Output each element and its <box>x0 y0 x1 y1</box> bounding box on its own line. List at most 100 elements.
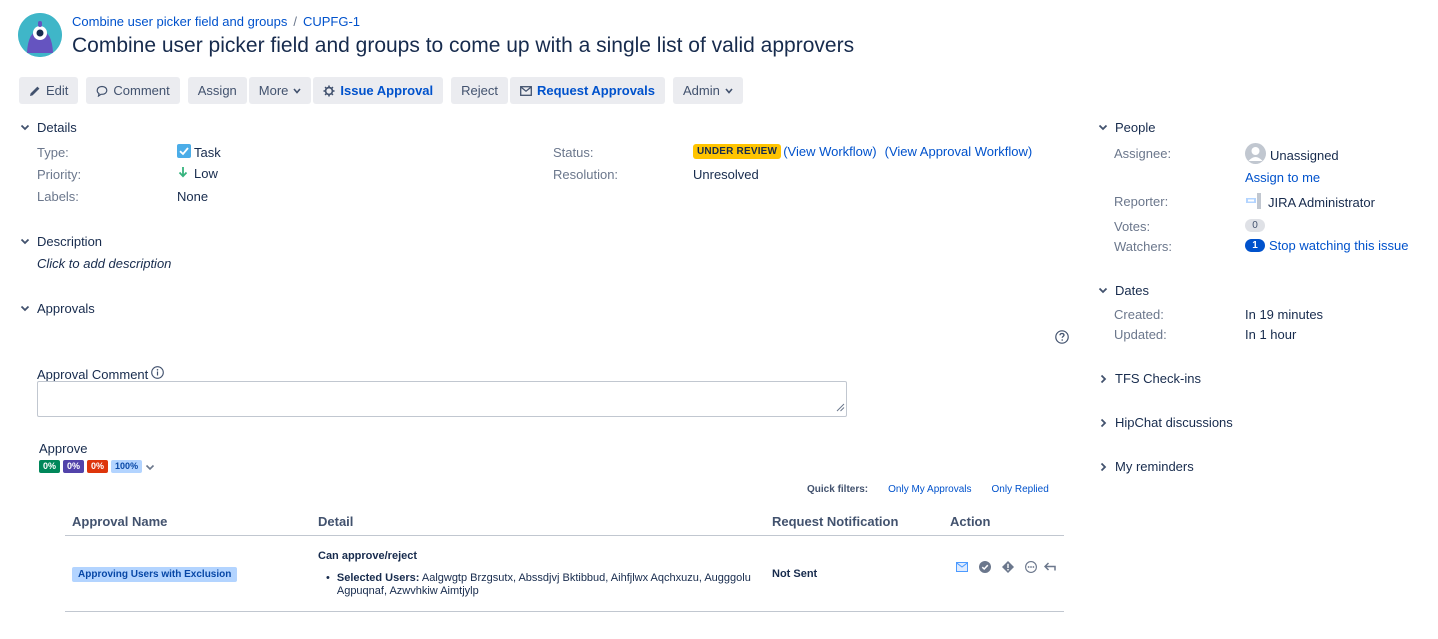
people-section-toggle[interactable]: People <box>1097 120 1155 135</box>
approve-check-icon[interactable] <box>979 561 991 576</box>
approve-label: Approve <box>39 441 88 456</box>
breadcrumb-issue-key-link[interactable]: CUPFG-1 <box>303 14 360 29</box>
column-header-approval-name: Approval Name <box>65 508 311 536</box>
stop-watching-link[interactable]: Stop watching this issue <box>1269 238 1408 253</box>
more-dropdown-button[interactable]: More <box>248 77 312 104</box>
description-placeholder[interactable]: Click to add description <box>37 256 171 271</box>
type-label: Type: <box>37 145 69 160</box>
priority-value: Low <box>178 166 218 181</box>
comment-button[interactable]: Comment <box>86 77 180 104</box>
approvals-heading: Approvals <box>37 301 95 316</box>
reject-button[interactable]: Reject <box>451 77 508 104</box>
envelope-icon[interactable] <box>956 562 968 575</box>
detail-title: Can approve/reject <box>318 549 418 562</box>
dates-section-toggle[interactable]: Dates <box>1097 283 1149 298</box>
view-workflow-link[interactable]: (View Workflow) <box>783 144 876 159</box>
rejected-percent-badge: 0% <box>87 460 109 473</box>
table-row: Approving Users with Exclusion Can appro… <box>65 535 1064 612</box>
reporter-value-text[interactable]: JIRA Administrator <box>1268 195 1375 210</box>
only-replied-filter[interactable]: Only Replied <box>992 484 1049 495</box>
hipchat-heading: HipChat discussions <box>1115 415 1233 430</box>
description-section-toggle[interactable]: Description <box>19 234 102 249</box>
updated-label: Updated: <box>1114 327 1167 342</box>
info-icon[interactable] <box>151 366 165 382</box>
column-header-request-notification: Request Notification <box>765 508 943 536</box>
pending-percent-badge: 100% <box>111 460 143 473</box>
details-section-toggle[interactable]: Details <box>19 120 77 135</box>
assign-to-me-link[interactable]: Assign to me <box>1245 170 1320 185</box>
view-approval-workflow-link[interactable]: (View Approval Workflow) <box>885 144 1033 159</box>
status-label: Status: <box>553 145 594 160</box>
selected-users-label: Selected Users: <box>336 571 420 584</box>
table-header-row: Approval Name Detail Request Notificatio… <box>65 508 1064 536</box>
tfs-checkins-section-toggle[interactable]: TFS Check-ins <box>1097 371 1201 386</box>
chevron-down-icon <box>1097 122 1109 134</box>
reporter-avatar <box>1245 192 1263 213</box>
assign-label: Assign <box>197 83 237 98</box>
hipchat-section-toggle[interactable]: HipChat discussions <box>1097 415 1233 430</box>
admin-dropdown-button[interactable]: Admin <box>673 77 743 104</box>
votes-label: Votes: <box>1114 219 1151 234</box>
quick-filters-label: Quick filters: <box>807 484 869 495</box>
column-header-detail: Detail <box>311 508 765 536</box>
action-cell <box>943 535 1064 612</box>
my-reminders-heading: My reminders <box>1115 459 1194 474</box>
chevron-down-icon <box>293 87 302 94</box>
chevron-down-icon <box>1097 285 1109 297</box>
assign-button[interactable]: Assign <box>187 77 247 104</box>
avatar <box>1245 143 1266 167</box>
tfs-checkins-heading: TFS Check-ins <box>1115 371 1201 386</box>
assignee-value: Unassigned <box>1245 143 1339 167</box>
status-value: UNDER REVIEW (View Workflow) (View Appro… <box>693 144 1032 159</box>
chevron-down-icon <box>19 303 31 315</box>
created-value: In 19 minutes <box>1245 307 1324 322</box>
edit-button[interactable]: Edit <box>19 77 79 104</box>
status-badge: UNDER REVIEW <box>693 144 782 159</box>
approvals-table-wrapper: Approval Name Detail Request Notificatio… <box>65 508 1064 612</box>
reject-warning-icon[interactable] <box>1002 561 1014 576</box>
type-value-text: Task <box>194 145 221 160</box>
help-icon[interactable] <box>1055 330 1069 347</box>
approval-comment-label: Approval Comment <box>37 366 149 382</box>
labels-label: Labels: <box>37 189 79 204</box>
resolution-value: Unresolved <box>693 167 759 182</box>
chevron-down-icon <box>19 122 31 134</box>
watchers-label: Watchers: <box>1114 239 1173 254</box>
watchers-value: 1 Stop watching this issue <box>1245 238 1408 253</box>
reply-icon[interactable] <box>1043 562 1056 575</box>
labels-value: None <box>177 189 209 204</box>
issue-approval-button[interactable]: Issue Approval <box>313 77 444 104</box>
approval-name-badge[interactable]: Approving Users with Exclusion <box>72 566 238 582</box>
chevron-down-icon <box>725 87 733 94</box>
resolution-label: Resolution: <box>553 167 619 182</box>
edit-label: Edit <box>46 83 69 98</box>
people-heading: People <box>1115 120 1156 135</box>
breadcrumb-separator: / <box>293 14 297 29</box>
breadcrumb-project-link[interactable]: Combine user picker field and groups <box>72 14 287 29</box>
issue-approval-label: Issue Approval <box>340 83 434 98</box>
request-approvals-button[interactable]: Request Approvals <box>510 77 665 104</box>
resize-handle-icon[interactable] <box>836 400 845 415</box>
priority-value-text: Low <box>194 166 218 181</box>
project-avatar[interactable] <box>18 13 62 57</box>
approval-comment-textarea[interactable] <box>37 381 847 417</box>
more-options-icon[interactable] <box>1025 561 1037 576</box>
chevron-down-icon[interactable] <box>145 459 155 474</box>
reporter-value: JIRA Administrator <box>1245 192 1375 213</box>
votes-count-badge[interactable]: 0 <box>1245 219 1265 232</box>
issue-title[interactable]: Combine user picker field and groups to … <box>72 34 854 58</box>
watchers-count-badge[interactable]: 1 <box>1245 239 1265 252</box>
created-label: Created: <box>1114 307 1164 322</box>
approvals-section-toggle[interactable]: Approvals <box>19 301 95 316</box>
bullet-icon: • <box>326 571 330 584</box>
chevron-right-icon <box>1097 373 1109 385</box>
updated-value: In 1 hour <box>1245 327 1297 342</box>
detail-cell: Can approve/reject • Selected Users: Aal… <box>311 535 765 612</box>
task-checkbox-icon <box>177 144 191 161</box>
column-header-action: Action <box>943 508 1064 536</box>
breadcrumb: Combine user picker field and groups / C… <box>72 14 360 29</box>
only-my-approvals-filter[interactable]: Only My Approvals <box>888 484 971 495</box>
my-reminders-section-toggle[interactable]: My reminders <box>1097 459 1194 474</box>
chevron-right-icon <box>1097 461 1109 473</box>
arrow-down-icon <box>178 166 188 181</box>
